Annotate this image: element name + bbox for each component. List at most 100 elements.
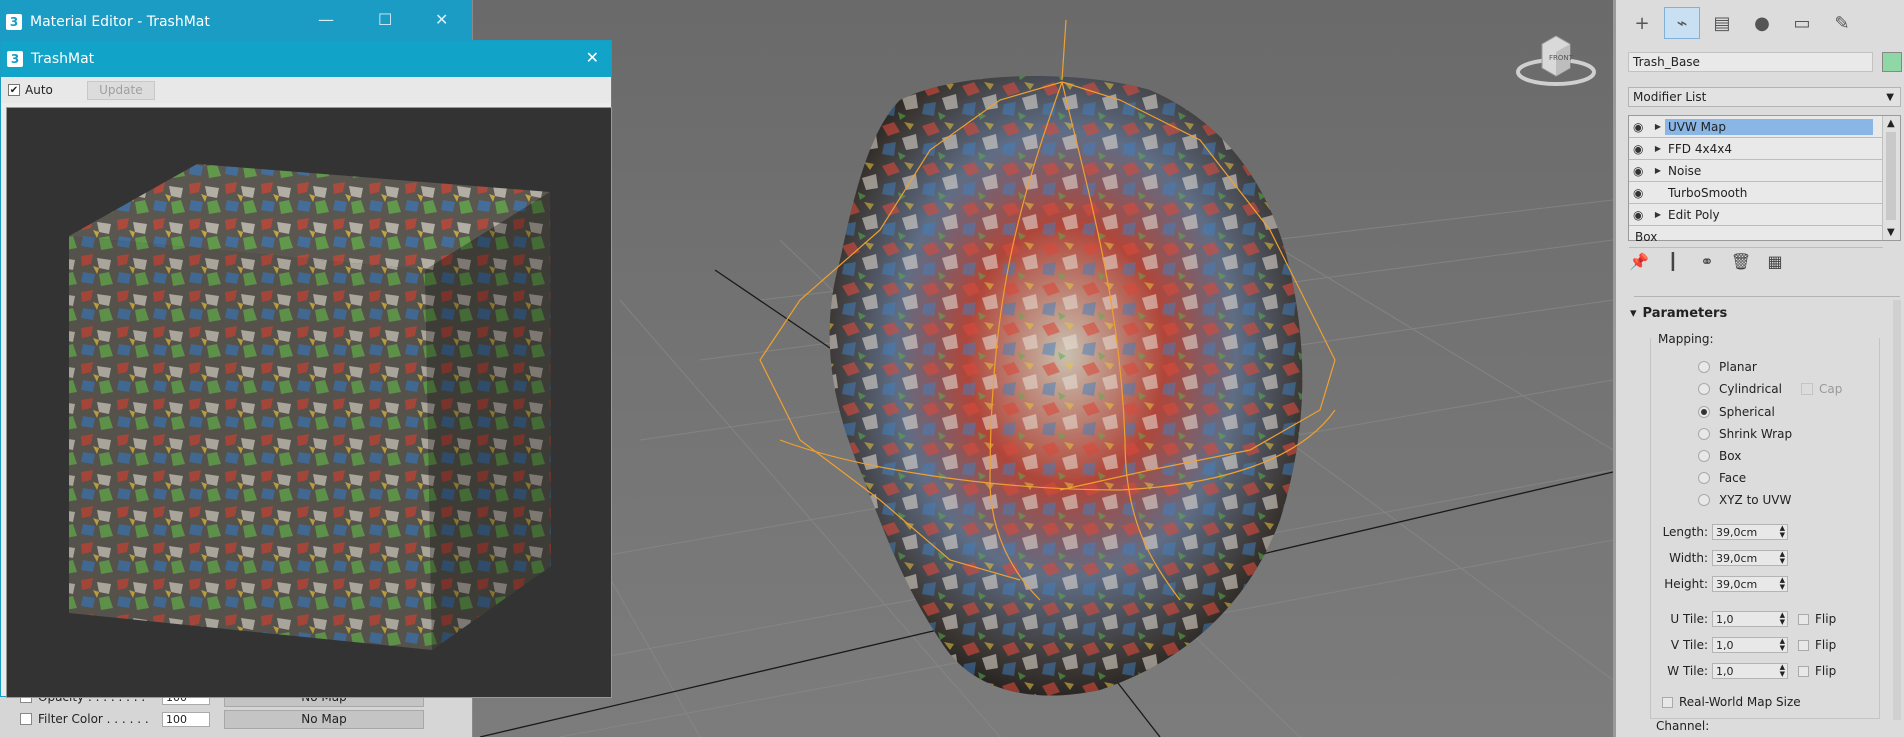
- motion-tab-icon[interactable]: ●: [1744, 7, 1780, 39]
- spinner-arrows-icon[interactable]: ▲ ▼: [1780, 638, 1785, 652]
- u-flip[interactable]: Flip: [1798, 612, 1836, 626]
- mapping-planar[interactable]: Planar: [1698, 360, 1757, 374]
- v-flip-checkbox[interactable]: [1798, 639, 1809, 651]
- v-flip[interactable]: Flip: [1798, 638, 1836, 652]
- spinner-arrows-icon[interactable]: ▲ ▼: [1780, 577, 1785, 591]
- wtile-label: W Tile:: [1667, 664, 1708, 678]
- stack-scrollbar[interactable]: ▲ ▼: [1882, 116, 1900, 240]
- create-tab-icon[interactable]: +: [1624, 7, 1660, 39]
- height-label: Height:: [1664, 577, 1708, 591]
- show-end-result-icon[interactable]: ┃: [1662, 252, 1684, 271]
- configure-modifier-sets-icon[interactable]: ▦: [1764, 252, 1786, 271]
- eye-icon[interactable]: ◉: [1633, 164, 1651, 178]
- spinner-arrows-icon[interactable]: ▲ ▼: [1780, 612, 1785, 626]
- filter-color-checkbox[interactable]: [20, 713, 32, 725]
- vtile-spinner[interactable]: 1,0 ▲ ▼: [1712, 637, 1788, 653]
- mapping-cylindrical[interactable]: Cylindrical: [1698, 382, 1782, 396]
- auto-checkbox[interactable]: ✔: [8, 84, 20, 96]
- material-preview-area[interactable]: [6, 107, 612, 698]
- chevron-down-icon: ▼: [1886, 91, 1894, 103]
- filter-color-spinner[interactable]: 100: [162, 711, 210, 727]
- modifier-stack[interactable]: ◉ ▶ UVW Map ◉ ▶ FFD 4x4x4 ◉ ▶ Noise ◉ Turbo…: [1628, 115, 1901, 248]
- radio-button[interactable]: [1698, 383, 1710, 395]
- scroll-thumb[interactable]: [1886, 132, 1896, 220]
- mapping-box[interactable]: Box: [1698, 449, 1741, 463]
- stack-item-label: Box: [1635, 229, 1658, 244]
- material-editor-titlebar[interactable]: 3 Material Editor - TrashMat: [0, 0, 472, 43]
- object-name-field[interactable]: Trash_Base: [1628, 52, 1873, 72]
- height-spinner[interactable]: 39,0cm ▲ ▼: [1712, 576, 1788, 592]
- remove-modifier-icon[interactable]: 🗑: [1730, 252, 1752, 271]
- eye-icon[interactable]: ◉: [1633, 186, 1651, 200]
- minimize-icon[interactable]: —: [318, 10, 334, 29]
- stack-item-noise[interactable]: ◉ ▶ Noise: [1629, 160, 1883, 182]
- filter-color-row: Filter Color . . . . . . 100 No Map: [0, 708, 472, 730]
- scroll-up-icon[interactable]: ▲: [1887, 118, 1895, 129]
- panel-scrollbar[interactable]: [1893, 300, 1901, 720]
- eye-icon[interactable]: ◉: [1633, 120, 1651, 134]
- u-flip-checkbox[interactable]: [1798, 613, 1809, 625]
- w-flip-checkbox[interactable]: [1798, 665, 1809, 677]
- close-icon[interactable]: ✕: [586, 48, 599, 67]
- real-world-map-size-checkbox[interactable]: [1662, 696, 1673, 708]
- viewcube[interactable]: FRONT: [1516, 30, 1596, 90]
- vtile-row: V Tile: 1,0 ▲ ▼ Flip: [1654, 637, 1836, 653]
- material-cube-preview: [69, 164, 551, 650]
- viewcube-icon: FRONT: [1516, 35, 1596, 86]
- spinner-arrows-icon[interactable]: ▲ ▼: [1780, 664, 1785, 678]
- filter-color-map-button[interactable]: No Map: [224, 709, 424, 729]
- expand-icon[interactable]: ▶: [1651, 166, 1665, 175]
- trash-bag-model[interactable]: [829, 76, 1303, 696]
- expand-icon[interactable]: ▶: [1651, 144, 1665, 153]
- utile-spinner[interactable]: 1,0 ▲ ▼: [1712, 611, 1788, 627]
- radio-button[interactable]: [1698, 361, 1710, 373]
- mapping-spherical[interactable]: Spherical: [1698, 405, 1775, 419]
- width-spinner[interactable]: 39,0cm ▲ ▼: [1712, 550, 1788, 566]
- material-preview-titlebar[interactable]: 3 TrashMat ✕: [1, 41, 611, 77]
- stack-item-edit-poly[interactable]: ◉ ▶ Edit Poly: [1629, 204, 1883, 226]
- scroll-down-icon[interactable]: ▼: [1887, 227, 1895, 238]
- make-unique-icon[interactable]: ⚭: [1696, 252, 1718, 271]
- radio-button[interactable]: [1698, 406, 1710, 418]
- stack-item-ffd[interactable]: ◉ ▶ FFD 4x4x4: [1629, 138, 1883, 160]
- hierarchy-tab-icon[interactable]: ▤: [1704, 7, 1740, 39]
- parameters-title: Parameters: [1642, 306, 1728, 321]
- cap-label: Cap: [1819, 382, 1843, 396]
- stack-item-uvw-map[interactable]: ◉ ▶ UVW Map: [1629, 116, 1883, 138]
- expand-icon[interactable]: ▶: [1651, 210, 1665, 219]
- mapping-xyz-to-uvw[interactable]: XYZ to UVW: [1698, 493, 1791, 507]
- radio-button[interactable]: [1698, 472, 1710, 484]
- mapping-shrink-wrap[interactable]: Shrink Wrap: [1698, 427, 1792, 441]
- mapping-option-label: Planar: [1719, 360, 1757, 374]
- modifier-list-dropdown[interactable]: Modifier List ▼: [1628, 87, 1901, 107]
- radio-button[interactable]: [1698, 450, 1710, 462]
- material-preview-window[interactable]: 3 TrashMat ✕ ✔ Auto Update: [0, 40, 612, 698]
- update-button[interactable]: Update: [86, 80, 155, 100]
- pin-stack-icon[interactable]: 📌: [1628, 252, 1650, 271]
- eye-icon[interactable]: ◉: [1633, 208, 1651, 222]
- expand-icon[interactable]: ▶: [1651, 122, 1665, 131]
- length-spinner[interactable]: 39,0cm ▲ ▼: [1712, 524, 1788, 540]
- spinner-arrows-icon[interactable]: ▲ ▼: [1780, 525, 1785, 539]
- eye-icon[interactable]: ◉: [1633, 142, 1651, 156]
- flip-label: Flip: [1815, 612, 1837, 626]
- maximize-icon[interactable]: ☐: [378, 10, 392, 29]
- display-tab-icon[interactable]: ▭: [1784, 7, 1820, 39]
- spinner-arrows-icon[interactable]: ▲ ▼: [1780, 551, 1785, 565]
- stack-item-turbosmooth[interactable]: ◉ TurboSmooth: [1629, 182, 1883, 204]
- wtile-spinner[interactable]: 1,0 ▲ ▼: [1712, 663, 1788, 679]
- parameters-rollout-header[interactable]: ▾ Parameters: [1630, 306, 1900, 321]
- command-panel[interactable]: + ⌁ ▤ ● ▭ ✎ Trash_Base Modifier List ▼ ◉…: [1613, 0, 1904, 737]
- parameters-rollout[interactable]: ▾ Parameters: [1630, 306, 1900, 321]
- object-color-swatch[interactable]: [1882, 52, 1902, 72]
- modify-tab-icon[interactable]: ⌁: [1664, 7, 1700, 39]
- radio-button[interactable]: [1698, 428, 1710, 440]
- stack-item-box[interactable]: Box: [1629, 226, 1883, 248]
- collapse-icon: ▾: [1630, 306, 1637, 321]
- utilities-tab-icon[interactable]: ✎: [1824, 7, 1860, 39]
- radio-button[interactable]: [1698, 494, 1710, 506]
- real-world-map-size-option[interactable]: Real-World Map Size: [1662, 695, 1801, 709]
- w-flip[interactable]: Flip: [1798, 664, 1836, 678]
- close-icon[interactable]: ✕: [435, 10, 448, 29]
- mapping-face[interactable]: Face: [1698, 471, 1746, 485]
